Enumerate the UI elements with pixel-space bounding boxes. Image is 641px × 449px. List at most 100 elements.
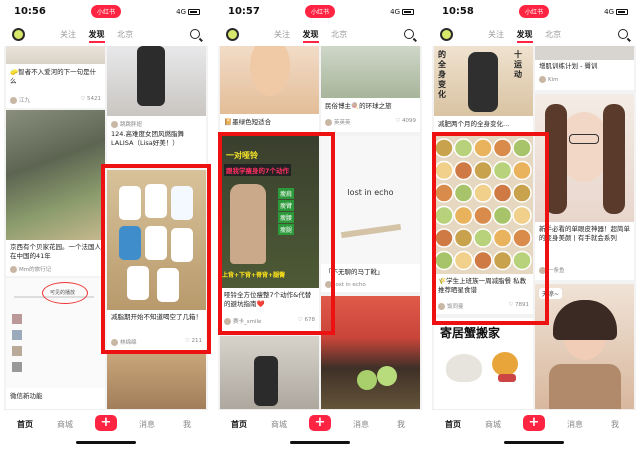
meal-bowl [473,250,493,271]
feed: 🧽智者不入爱河的下一句是什么 江九 ♡ 5421 京西有个贝家花园。一个法国人在中… [4,46,208,409]
meal-bowl [434,250,454,271]
tab-follow[interactable]: 关注 [274,29,290,40]
card-image [6,46,105,64]
nav-me[interactable]: 我 [386,419,416,430]
logo-icon[interactable] [226,28,239,41]
app-pill: 小红书 [304,5,336,18]
tab-local[interactable]: 北京 [117,29,133,40]
overlay-title: 一对哑铃 [226,151,258,160]
nav-messages[interactable]: 消息 [132,419,162,430]
tab-discover[interactable]: 发现 [302,29,319,43]
feed-card[interactable]: 寄居蟹搬家 [434,318,533,409]
feed-card[interactable]: 京西有个贝家花园。一个法国人在中国的41年 Mm的旅行记 [6,110,105,276]
card-title: 「不无聊的马丁靴」 [325,268,384,276]
card-image [107,170,206,310]
battery-icon [402,9,414,15]
card-title: 🌾学生上班族一周减脂餐 私教推荐晒星食谱 [438,277,527,294]
nav-me[interactable]: 我 [600,419,630,430]
logo-icon[interactable] [440,28,453,41]
card-image [220,46,319,114]
like-count[interactable]: ♡ 211 [185,338,202,344]
status-time: 10:56 [14,6,46,17]
card-meta: 赛卡_smile ♡ 678 [224,317,315,326]
card-image [535,46,634,60]
card-meta: Kim [539,76,630,85]
feed-card[interactable]: 📔墨绿色短适合 [220,46,319,132]
battery-icon [188,9,200,15]
feed-card[interactable]: 天凉~ [535,284,634,409]
nav-messages[interactable]: 消息 [346,419,376,430]
feed-card[interactable]: 民俗博主🍭的环球之旅 英英英 ♡ 4099 [321,46,420,132]
tab-follow[interactable]: 关注 [60,29,76,40]
bottom-nav: 首页 商城 + 消息 我 [432,409,636,449]
feed-card[interactable]: 跳跳胖妞 124.高难度女团风燃脂舞 LALISA（Lisa好美！） [107,46,206,166]
card-meta: 江九 ♡ 5421 [10,96,101,105]
search-icon[interactable] [190,29,200,39]
card-tag: 天凉~ [539,288,563,299]
meal-bowl [473,138,493,158]
tab-local[interactable]: 北京 [545,29,561,40]
nav-shop[interactable]: 商城 [264,419,294,430]
tab-follow[interactable]: 关注 [488,29,504,40]
search-icon[interactable] [404,29,414,39]
feed: 的全身变化 十运动 减肥两个月的全身变化... 🌾学生上班族一周减脂餐 私教推荐… [432,46,636,409]
tab-local[interactable]: 北京 [331,29,347,40]
meal-bowl [492,183,513,203]
overlay-tag: 瘦腰 [278,212,295,223]
feed-card[interactable] [220,336,319,409]
like-count[interactable]: ♡ 678 [298,317,315,323]
feed-card[interactable]: 增肌训练计划 - 臀训 Kim [535,46,634,90]
meal-grid-image [434,138,532,271]
card-title: 京西有个贝家花园。一个法国人在中国的41年 [10,243,101,260]
nav-me[interactable]: 我 [172,419,202,430]
post-button[interactable]: + [95,415,117,431]
overlay-title: 的全身变化 [438,50,446,99]
status-time: 10:58 [442,6,474,17]
home-indicator [290,441,350,444]
meal-bowl [473,205,493,226]
bottom-nav: 首页 商城 + 消息 我 [218,409,422,449]
feed-card-highlighted[interactable]: 减脂期开始不知道喝空了几箱！ 林绵绵 ♡ 211 [107,170,206,350]
nav-shop[interactable]: 商城 [478,419,508,430]
like-count[interactable]: ♡ 5421 [80,96,101,102]
nav-home[interactable]: 首页 [10,419,40,430]
avatar [539,267,546,274]
card-meta: Mm的旅行记 [10,265,101,274]
feed-card[interactable] [107,354,206,409]
tab-discover[interactable]: 发现 [88,29,105,43]
post-button[interactable]: + [523,415,545,431]
feed-card[interactable]: 的全身变化 十运动 减肥两个月的全身变化... [434,46,533,132]
feed-card[interactable]: 🧽智者不入爱河的下一句是什么 江九 ♡ 5421 [6,46,105,108]
status-bar: 10:57 小红书 4G [218,0,422,24]
home-indicator [76,441,136,444]
nav-home[interactable]: 首页 [224,419,254,430]
feed-card[interactable]: lost in echo 「不无聊的马丁靴」 lost in echo [321,136,420,292]
overlay-tag: 瘦臂 [278,200,295,211]
meal-bowl [492,250,513,271]
phone-screen-2: 10:57 小红书 4G 关注 发现 北京 📔墨绿色短适合 一对哑铃 跟我学瘦身… [218,0,422,449]
feed-card[interactable]: 新手必看的单眼皮神器！超简单的变身美颜 | 有手就会系列 一条鱼 [535,94,634,280]
logo-icon[interactable] [12,28,25,41]
feed-card[interactable]: 可见的播放 微信新功能 [6,278,105,409]
overlay-subtitle: 十运动 [514,50,522,79]
like-count[interactable]: ♡ 7891 [508,302,529,308]
nav-home[interactable]: 首页 [438,419,468,430]
meal-bowl [512,138,532,158]
tab-discover[interactable]: 发现 [516,29,533,43]
search-icon[interactable] [618,29,628,39]
card-image [535,94,634,222]
nav-shop[interactable]: 商城 [50,419,80,430]
feed-card-highlighted[interactable]: 一对哑铃 跟我学瘦身的7个动作 瘦肩 瘦臂 瘦腰 瘦腿 上背+下背+脊背+腿臀 … [220,136,319,332]
nav-messages[interactable]: 消息 [560,419,590,430]
like-count[interactable]: ♡ 4099 [395,118,416,124]
card-image: 可见的播放 [6,278,105,388]
meal-bowl [512,183,532,203]
card-title: 减脂期开始不知道喝空了几箱！ [111,313,202,321]
meal-bowl [434,138,454,158]
feed-card[interactable] [321,296,420,409]
card-meta: 跳跳胖妞 [111,120,202,129]
post-button[interactable]: + [309,415,331,431]
feed-card-highlighted[interactable]: 🌾学生上班族一周减脂餐 私教推荐晒星食谱 饭同曼 ♡ 7891 [434,136,533,314]
meal-bowl [434,183,454,203]
phone-screen-1: 10:56 小红书 4G 关注 发现 北京 🧽智者不入爱河的下一句是什么 江九 ♡… [4,0,208,449]
